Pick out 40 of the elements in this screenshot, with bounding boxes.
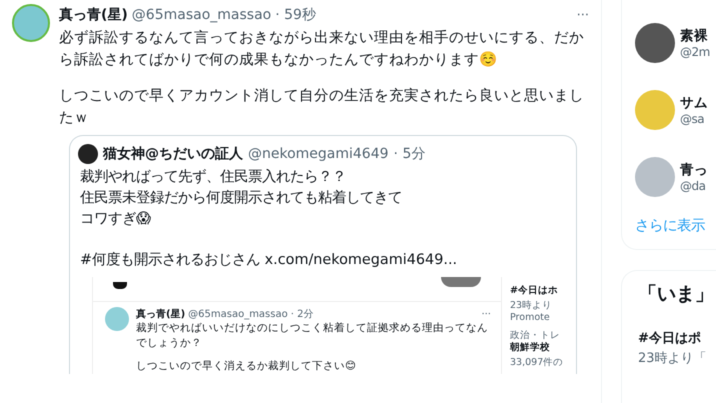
tweet-text: 裁判でやればいいだけなのにしつこく粘着して証拠求める理由ってなんでしょうか？ bbox=[136, 321, 489, 351]
tweet-text: 必ず訴訟するなんて言っておきながら出来ない理由を相手のせいにする、だから訴訟されてばかりで何の成果もなかったんですねわかります☺ bbox=[59, 28, 585, 70]
user-handle[interactable]: @2m bbox=[680, 45, 710, 59]
trend-title[interactable]: #今日はポ bbox=[638, 329, 716, 347]
user-handle[interactable]: @65masao_massao bbox=[132, 7, 272, 23]
dark-shape bbox=[113, 282, 127, 289]
timestamp[interactable]: · 59秒 bbox=[275, 6, 316, 24]
user-name: 猫女神@ちだいの証人 bbox=[103, 145, 243, 163]
tweet-text: しつこいので早く消えるか裁判して下さい😊 bbox=[136, 359, 357, 374]
quote-text: コワすぎ😱 bbox=[80, 210, 152, 229]
user-name[interactable]: 素裸 bbox=[680, 27, 710, 45]
user-name[interactable]: 真っ青(星) bbox=[59, 6, 128, 24]
trend-meta: 23時より「 bbox=[638, 350, 708, 367]
trend-meta: 33,097件の bbox=[510, 356, 564, 369]
quote-text: 裁判やればって先ず、住民票入れたら？？ bbox=[80, 168, 347, 187]
panel-title: 「いま」 bbox=[638, 282, 715, 307]
more-menu[interactable]: ··· bbox=[576, 8, 589, 22]
user-name[interactable]: サム bbox=[680, 94, 708, 112]
quote-card[interactable] bbox=[69, 135, 577, 374]
timestamp: · 5分 bbox=[394, 145, 426, 163]
trend-meta: 23時より bbox=[510, 300, 554, 312]
tweet-text: しつこいので早くアカウント消して自分の生活を充実されたら良いと思いましたｗ bbox=[59, 86, 585, 128]
user-name: 真っ青(星) bbox=[136, 308, 186, 321]
user-handle[interactable]: @sa bbox=[680, 112, 708, 126]
trend-title: 朝鮮学校 bbox=[510, 342, 551, 354]
quote-text: 住民票未登録だから何度開示されても粘着してきて bbox=[80, 188, 403, 208]
partial-button bbox=[441, 277, 481, 287]
avatar bbox=[78, 144, 98, 164]
user-handle: @nekomegami4649 bbox=[248, 146, 389, 162]
more-menu: ··· bbox=[481, 308, 491, 320]
avatar bbox=[105, 307, 129, 331]
quote-text: #何度も開示されるおじさん x.com/nekomegami4649... bbox=[80, 250, 458, 270]
user-name[interactable]: 青っ bbox=[680, 161, 708, 179]
timestamp: · 2分 bbox=[290, 308, 314, 321]
user-handle: @65masao_massao bbox=[188, 308, 288, 320]
trend-meta: 政治・トレ bbox=[510, 330, 561, 342]
avatar[interactable] bbox=[635, 23, 675, 63]
trend-title: #今日はホ bbox=[510, 285, 559, 298]
user-handle[interactable]: @da bbox=[680, 179, 708, 193]
promoted-label: Promote bbox=[510, 312, 551, 324]
